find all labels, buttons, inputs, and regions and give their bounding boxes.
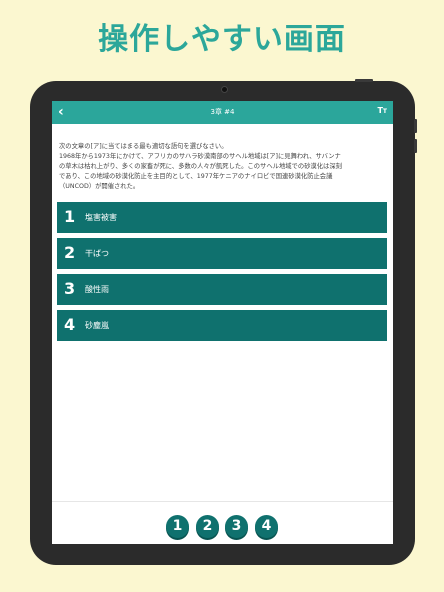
choice-option-2[interactable]: 2 干ばつ — [57, 238, 387, 269]
question-line: の草木は枯れ上がり、多くの家畜が死に、多数の人々が飢死した。このサヘル地域での砂… — [59, 163, 342, 170]
question-line: であり、この地域の砂漠化防止を主目的として、1977年ケニアのナイロビで国連砂漠… — [59, 173, 333, 180]
choice-label: 塩害被害 — [85, 213, 117, 222]
page-title: 3章 #4 — [210, 108, 235, 116]
device-side-button — [414, 119, 417, 133]
question-line: 次の文章の[ア]に当てはまる最も適切な語句を選びなさい。 — [59, 143, 228, 150]
device-top-button — [355, 79, 373, 82]
choice-label: 酸性雨 — [85, 285, 109, 294]
font-size-icon-small: T — [382, 108, 387, 115]
answer-button-3[interactable]: 3 — [225, 515, 248, 538]
front-camera — [221, 86, 228, 93]
answer-bar: 1 2 3 4 — [52, 501, 393, 544]
choice-number: 3 — [64, 279, 76, 298]
choice-number: 1 — [64, 207, 76, 226]
top-bar: ‹ 3章 #4 TT — [52, 101, 393, 124]
choice-label: 干ばつ — [85, 249, 109, 258]
choice-option-3[interactable]: 3 酸性雨 — [57, 274, 387, 305]
question-text: 次の文章の[ア]に当てはまる最も適切な語句を選びなさい。 1968年から1973… — [59, 142, 389, 192]
answer-button-2[interactable]: 2 — [196, 515, 219, 538]
choice-option-1[interactable]: 1 塩害被害 — [57, 202, 387, 233]
answer-button-4[interactable]: 4 — [255, 515, 278, 538]
answer-button-1[interactable]: 1 — [166, 515, 189, 538]
question-line: 1968年から1973年にかけて、アフリカのサハラ砂漠南部のサヘル地域は[ア]に… — [59, 153, 341, 160]
choice-label: 砂塵嵐 — [85, 321, 109, 330]
app-screen: ‹ 3章 #4 TT 次の文章の[ア]に当てはまる最も適切な語句を選びなさい。 … — [52, 101, 393, 544]
question-line: （UNCOD）が開催された。 — [59, 183, 140, 190]
font-size-button[interactable]: TT — [377, 106, 387, 115]
choice-number: 4 — [64, 315, 76, 334]
device-side-button — [414, 139, 417, 153]
choice-number: 2 — [64, 243, 76, 262]
choice-list: 1 塩害被害 2 干ばつ 3 酸性雨 4 砂塵嵐 — [57, 202, 387, 346]
choice-option-4[interactable]: 4 砂塵嵐 — [57, 310, 387, 341]
promo-headline: 操作しやすい画面 — [98, 22, 346, 57]
